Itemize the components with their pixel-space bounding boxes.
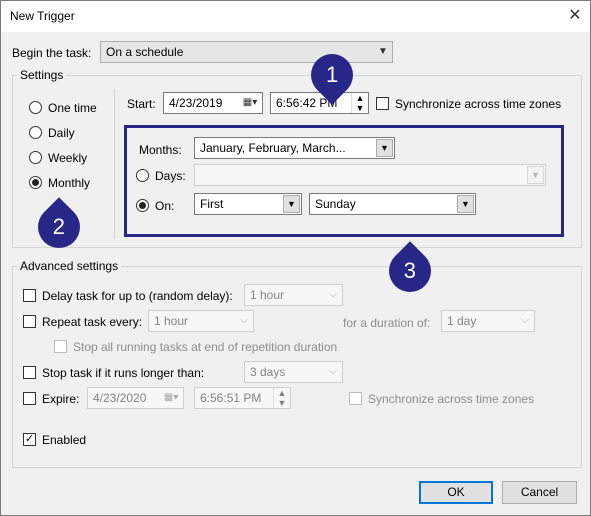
advanced-settings-label: Advanced settings bbox=[17, 259, 122, 273]
duration-value: 1 day bbox=[447, 314, 477, 328]
sync-time-zones-label: Synchronize across time zones bbox=[395, 97, 562, 111]
expire-date-value: 4/23/2020 bbox=[93, 391, 147, 405]
radio-monthly[interactable] bbox=[29, 176, 42, 189]
cancel-button[interactable]: Cancel bbox=[502, 481, 577, 504]
chevron-down-icon: ⌵ bbox=[521, 315, 529, 326]
calendar-icon: ▦▾ bbox=[163, 392, 179, 403]
start-label: Start: bbox=[127, 97, 156, 111]
duration-label: for a duration of: bbox=[343, 316, 431, 330]
radio-one-time[interactable] bbox=[29, 101, 42, 114]
annotation-number-2: 2 bbox=[52, 214, 66, 239]
radio-weekly[interactable] bbox=[29, 151, 42, 164]
time-spinner-icon[interactable]: ▲ ▼ bbox=[273, 388, 290, 408]
settings-divider bbox=[114, 89, 115, 239]
radio-daily-label: Daily bbox=[48, 126, 75, 140]
stop-longer-dropdown[interactable]: 3 days ⌵ bbox=[244, 361, 343, 383]
expire-time-value: 6:56:51 PM bbox=[200, 391, 262, 405]
chevron-down-icon: ▼ bbox=[378, 46, 388, 57]
start-time-field[interactable]: 6:56:42 PM ▲ ▼ bbox=[270, 92, 369, 114]
calendar-icon: ▦▾ bbox=[242, 97, 258, 108]
duration-dropdown[interactable]: 1 day ⌵ bbox=[441, 310, 535, 332]
title-bar: New Trigger ✕ bbox=[1, 1, 590, 32]
repeat-task-checkbox[interactable] bbox=[23, 315, 36, 328]
annotation-number-1: 1 bbox=[325, 62, 339, 87]
repeat-dropdown[interactable]: 1 hour ⌵ bbox=[148, 310, 254, 332]
stop-longer-label: Stop task if it runs longer than: bbox=[42, 366, 205, 380]
time-spinner-icon[interactable]: ▲ ▼ bbox=[351, 93, 368, 113]
checkmark-icon: ✓ bbox=[24, 433, 35, 445]
expire-sync-checkbox[interactable] bbox=[349, 392, 362, 405]
ok-button[interactable]: OK bbox=[419, 481, 493, 504]
expire-date-picker[interactable]: 4/23/2020 ▦▾ bbox=[87, 387, 184, 409]
start-date-picker[interactable]: 4/23/2019 ▦▾ bbox=[163, 92, 263, 114]
close-icon[interactable]: ✕ bbox=[562, 4, 588, 28]
expire-label: Expire: bbox=[42, 392, 80, 406]
stop-running-tasks-checkbox[interactable] bbox=[54, 340, 67, 353]
window-title: New Trigger bbox=[10, 9, 75, 23]
monthly-options-highlight bbox=[124, 125, 564, 237]
stop-running-tasks-label: Stop all running tasks at end of repetit… bbox=[73, 340, 338, 354]
expire-sync-label: Synchronize across time zones bbox=[368, 392, 535, 406]
sync-time-zones-checkbox[interactable] bbox=[376, 97, 389, 110]
new-trigger-dialog: New Trigger ✕ Begin the task: On a sched… bbox=[0, 0, 591, 516]
begin-task-value: On a schedule bbox=[106, 45, 184, 59]
start-date-value: 4/23/2019 bbox=[169, 96, 223, 110]
enabled-checkbox[interactable]: ✓ bbox=[23, 433, 36, 446]
stop-longer-checkbox[interactable] bbox=[23, 366, 36, 379]
begin-task-dropdown[interactable]: On a schedule ▼ bbox=[100, 41, 393, 63]
chevron-down-icon: ⌵ bbox=[329, 366, 337, 377]
radio-monthly-label: Monthly bbox=[48, 176, 91, 190]
delay-dropdown[interactable]: 1 hour ⌵ bbox=[244, 284, 343, 306]
annotation-number-3: 3 bbox=[403, 258, 417, 283]
repeat-task-label: Repeat task every: bbox=[42, 315, 143, 329]
delay-value: 1 hour bbox=[250, 288, 285, 302]
delay-task-checkbox[interactable] bbox=[23, 289, 36, 302]
stop-longer-value: 3 days bbox=[250, 365, 286, 379]
delay-task-label: Delay task for up to (random delay): bbox=[42, 289, 233, 303]
radio-daily[interactable] bbox=[29, 126, 42, 139]
expire-checkbox[interactable] bbox=[23, 392, 36, 405]
repeat-value: 1 hour bbox=[154, 314, 189, 328]
enabled-label: Enabled bbox=[42, 433, 87, 447]
radio-one-time-label: One time bbox=[48, 101, 97, 115]
begin-task-label: Begin the task: bbox=[12, 46, 92, 60]
chevron-down-icon: ⌵ bbox=[329, 289, 337, 300]
settings-group-label: Settings bbox=[17, 68, 67, 82]
radio-weekly-label: Weekly bbox=[48, 151, 88, 165]
expire-time-field[interactable]: 6:56:51 PM ▲ ▼ bbox=[194, 387, 291, 409]
chevron-down-icon: ⌵ bbox=[240, 315, 248, 326]
